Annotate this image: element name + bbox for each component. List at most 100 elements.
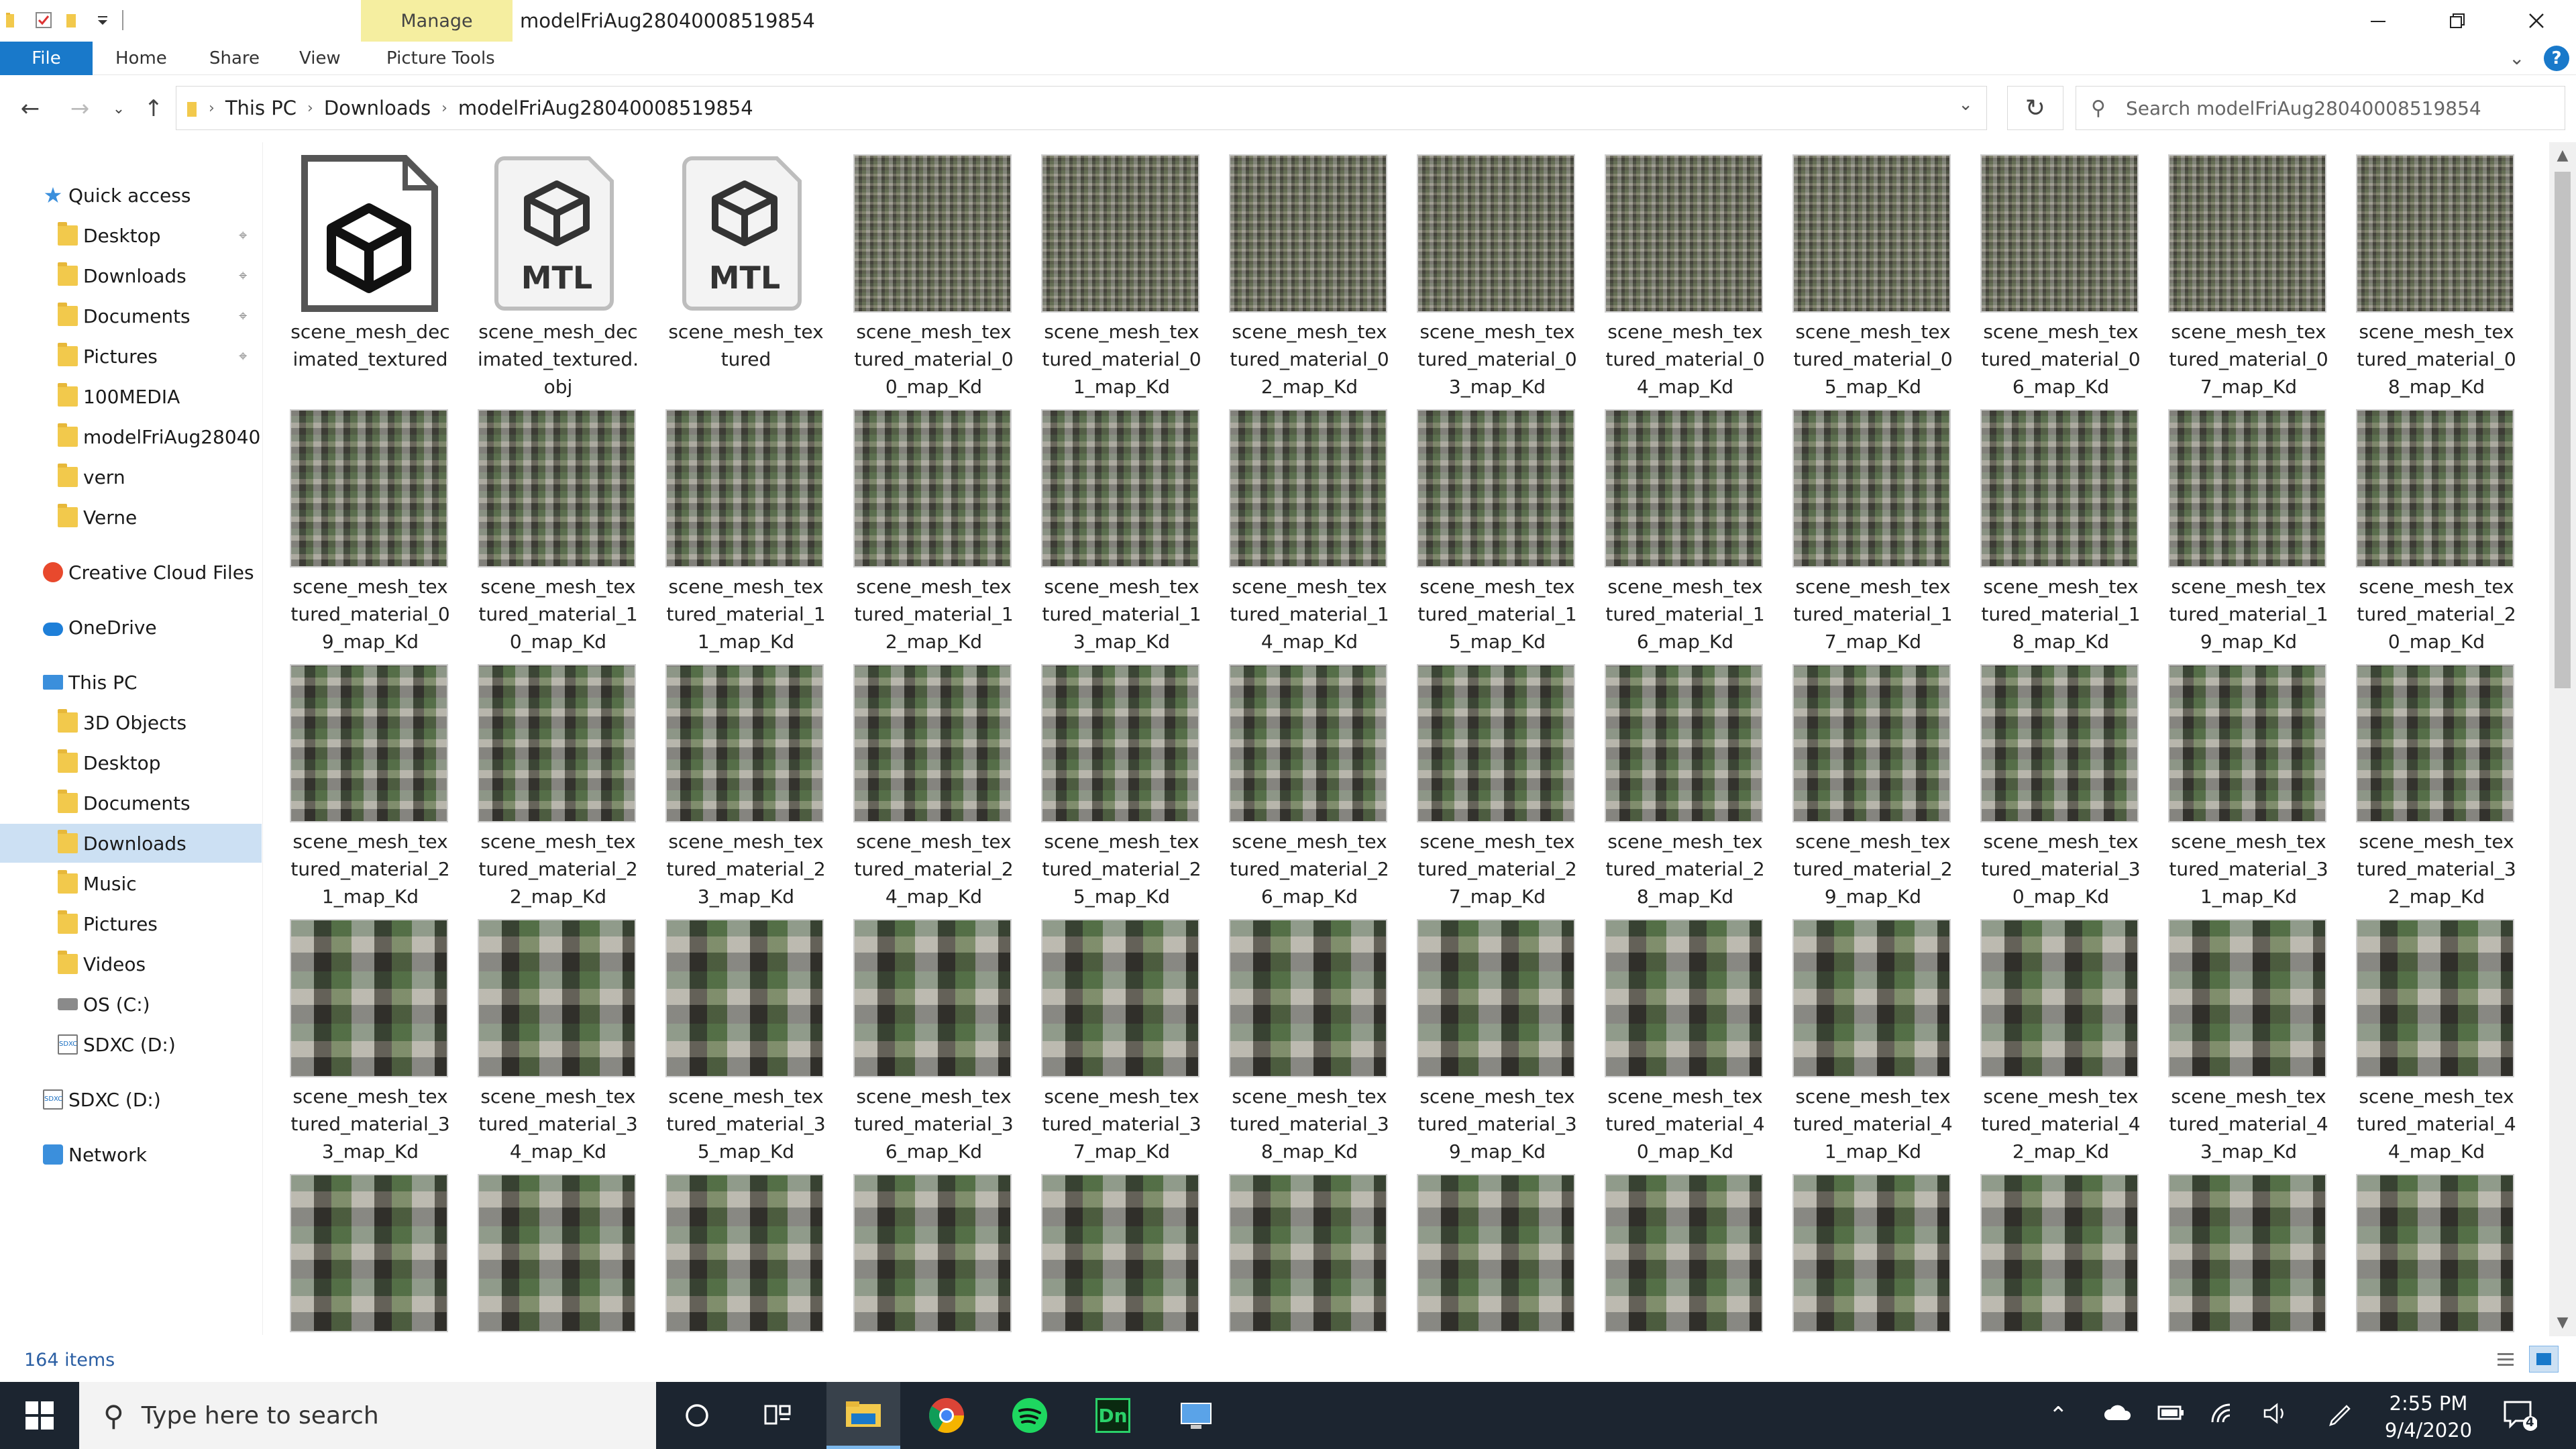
nav-item[interactable]: Documents (0, 784, 262, 822)
battery-icon[interactable] (2156, 1402, 2186, 1429)
close-button[interactable] (2500, 0, 2573, 42)
up-arrow-icon[interactable]: ↑ (137, 90, 170, 127)
file-item[interactable]: scene_mesh_textured_material_23_map_Kd (639, 652, 826, 908)
file-item[interactable]: scene_mesh_textured_material_33_map_Kd (263, 907, 451, 1163)
folder-icon[interactable] (4, 10, 24, 30)
nav-item[interactable]: Videos (0, 945, 262, 983)
search-input[interactable] (2125, 97, 2502, 119)
file-explorer-taskbar-button[interactable] (826, 1382, 900, 1449)
file-item[interactable]: scene_mesh_textured_material_08_map_Kd (2329, 142, 2517, 398)
address-bar[interactable]: › This PC › Downloads › modelFriAug28040… (176, 86, 1987, 130)
nav-item[interactable]: 100MEDIA (0, 377, 262, 416)
file-item[interactable]: scene_mesh_textured_material_40_map_Kd (1578, 907, 1766, 1163)
nav-item[interactable]: Documents ⌖ (0, 297, 262, 335)
details-view-icon[interactable] (2490, 1346, 2520, 1373)
file-item[interactable]: scene_mesh_decimated_textured (263, 142, 451, 397)
nav-item[interactable]: OS (C:) (0, 985, 262, 1024)
file-item[interactable]: scene_mesh_textured_material_19_map_Kd (2141, 397, 2329, 653)
nav-item[interactable]: Music (0, 864, 262, 903)
pin-icon[interactable]: ⌖ (239, 268, 247, 284)
nav-item[interactable]: SDXC SDXC (D:) (0, 1080, 262, 1119)
file-item[interactable]: scene_mesh_textured_material_02_map_Kd (1202, 142, 1390, 398)
pin-icon[interactable]: ⌖ (239, 227, 247, 244)
file-item[interactable] (826, 1162, 1014, 1336)
taskbar-search-box[interactable]: ⚲ Type here to search (79, 1382, 656, 1449)
nav-item[interactable]: vern (0, 458, 262, 496)
file-item[interactable]: scene_mesh_textured_material_06_map_Kd (1953, 142, 2141, 398)
breadcrumb-current-folder[interactable]: modelFriAug28040008519854 (453, 97, 759, 119)
restore-button[interactable] (2420, 0, 2494, 42)
file-item[interactable]: scene_mesh_textured_material_00_map_Kd (826, 142, 1014, 398)
file-item[interactable]: scene_mesh_textured_material_22_map_Kd (451, 652, 639, 908)
file-item[interactable]: scene_mesh_textured_material_44_map_Kd (2329, 907, 2517, 1163)
recent-locations-chevron-icon[interactable]: ⌄ (102, 90, 136, 127)
pin-icon[interactable]: ⌖ (239, 348, 247, 365)
file-item[interactable]: scene_mesh_textured_material_30_map_Kd (1953, 652, 2141, 908)
show-hidden-icons-chevron-icon[interactable]: ⌃ (2049, 1402, 2068, 1429)
system-clock[interactable]: 2:55 PM 9/4/2020 (2375, 1390, 2482, 1444)
breadcrumb-downloads[interactable]: Downloads (319, 97, 436, 119)
file-item[interactable]: scene_mesh_textured_material_34_map_Kd (451, 907, 639, 1163)
customize-qat-icon[interactable] (93, 10, 113, 30)
forward-arrow-icon[interactable]: → (63, 90, 97, 127)
file-item[interactable] (1578, 1162, 1766, 1336)
help-icon[interactable]: ? (2544, 46, 2569, 71)
large-icons-view-icon[interactable] (2529, 1346, 2559, 1373)
nav-item[interactable]: Downloads (0, 824, 262, 863)
wifi-icon[interactable] (2210, 1402, 2237, 1431)
tab-view[interactable]: View (299, 42, 341, 75)
file-item[interactable]: scene_mesh_textured_material_31_map_Kd (2141, 652, 2329, 908)
file-item[interactable]: scene_mesh_textured_material_10_map_Kd (451, 397, 639, 653)
file-item[interactable] (2141, 1162, 2329, 1336)
file-item[interactable]: scene_mesh_textured_material_35_map_Kd (639, 907, 826, 1163)
nav-item[interactable]: ★ Quick access (0, 176, 262, 215)
properties-icon[interactable] (34, 10, 54, 30)
nav-item[interactable]: Downloads ⌖ (0, 256, 262, 295)
file-item[interactable]: scene_mesh_textured_material_42_map_Kd (1953, 907, 2141, 1163)
file-item[interactable]: scene_mesh_textured_material_24_map_Kd (826, 652, 1014, 908)
file-item[interactable]: scene_mesh_textured_material_27_map_Kd (1390, 652, 1578, 908)
nav-item[interactable]: Network (0, 1135, 262, 1174)
file-item[interactable]: scene_mesh_textured_material_32_map_Kd (2329, 652, 2517, 908)
nav-item[interactable]: modelFriAug280400 (0, 417, 262, 456)
file-item[interactable]: scene_mesh_textured_material_05_map_Kd (1766, 142, 1953, 398)
file-item[interactable] (451, 1162, 639, 1336)
manage-contextual-tab[interactable]: Manage (361, 0, 513, 42)
file-item[interactable] (639, 1162, 826, 1336)
nav-item[interactable]: SDXC SDXC (D:) (0, 1025, 262, 1064)
scroll-up-arrow-icon[interactable]: ▲ (2549, 142, 2576, 169)
file-item[interactable]: scene_mesh_textured_material_20_map_Kd (2329, 397, 2517, 653)
file-item[interactable]: scene_mesh_textured_material_18_map_Kd (1953, 397, 2141, 653)
vertical-scrollbar[interactable]: ▲ ▼ (2549, 142, 2576, 1336)
file-item[interactable]: MTL scene_mesh_decimated_textured.obj (451, 142, 639, 398)
file-item[interactable]: scene_mesh_textured_material_12_map_Kd (826, 397, 1014, 653)
file-item[interactable]: scene_mesh_textured_material_26_map_Kd (1202, 652, 1390, 908)
address-history-chevron-icon[interactable]: ⌄ (1958, 95, 1973, 115)
nav-item[interactable]: Pictures ⌖ (0, 337, 262, 376)
file-item[interactable] (1766, 1162, 1953, 1336)
file-item[interactable]: scene_mesh_textured_material_07_map_Kd (2141, 142, 2329, 398)
file-item[interactable]: scene_mesh_textured_material_41_map_Kd (1766, 907, 1953, 1163)
file-item[interactable]: scene_mesh_textured_material_29_map_Kd (1766, 652, 1953, 908)
nav-item[interactable]: This PC (0, 663, 262, 702)
volume-icon[interactable] (2262, 1402, 2289, 1431)
file-item[interactable]: scene_mesh_textured_material_11_map_Kd (639, 397, 826, 653)
file-item[interactable]: scene_mesh_textured_material_39_map_Kd (1390, 907, 1578, 1163)
file-item[interactable]: scene_mesh_textured_material_14_map_Kd (1202, 397, 1390, 653)
file-item[interactable]: scene_mesh_textured_material_15_map_Kd (1390, 397, 1578, 653)
tab-picture-tools[interactable]: Picture Tools (386, 42, 495, 75)
nav-item[interactable]: Desktop ⌖ (0, 216, 262, 255)
new-folder-icon[interactable] (63, 10, 83, 30)
file-item[interactable] (263, 1162, 451, 1336)
minimize-button[interactable] (2341, 0, 2415, 42)
nav-item[interactable]: Desktop (0, 743, 262, 782)
refresh-icon[interactable]: ↻ (2007, 86, 2063, 130)
breadcrumb-this-pc[interactable]: This PC (220, 97, 302, 119)
file-item[interactable] (1390, 1162, 1578, 1336)
action-center-button[interactable]: 4 (2502, 1398, 2538, 1439)
cortana-button[interactable] (660, 1382, 734, 1449)
pin-icon[interactable]: ⌖ (239, 308, 247, 325)
scroll-down-arrow-icon[interactable]: ▼ (2549, 1309, 2576, 1336)
start-button[interactable] (0, 1382, 79, 1449)
file-item[interactable]: scene_mesh_textured_material_25_map_Kd (1014, 652, 1202, 908)
